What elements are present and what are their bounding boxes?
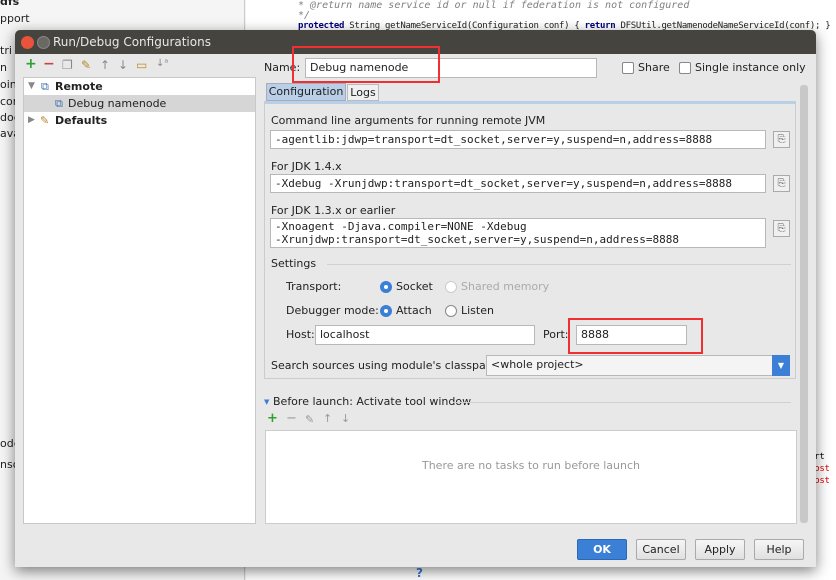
close-icon[interactable] — [21, 36, 34, 49]
move-up-icon[interactable]: ↑ — [100, 58, 110, 72]
tree-label: Debug namenode — [68, 97, 167, 110]
divider — [453, 402, 791, 403]
highlight-box — [568, 318, 703, 354]
folder-icon[interactable]: ▭ — [136, 58, 147, 72]
share-label: Share — [638, 61, 670, 74]
ok-button[interactable]: OK — [577, 539, 627, 560]
classpath-value: <whole project> — [491, 358, 584, 371]
collapse-arrow-icon[interactable]: ▶ — [28, 112, 35, 129]
before-launch-list[interactable]: There are no tasks to run before launch — [265, 430, 797, 524]
classpath-label: Search sources using module's classpath: — [271, 359, 501, 372]
add-icon[interactable]: + — [267, 411, 278, 426]
tab-logs[interactable]: Logs — [347, 84, 379, 101]
scrollbar[interactable] — [800, 85, 808, 523]
chevron-down-icon[interactable]: ▼ — [772, 355, 790, 376]
code-line: */ — [298, 10, 311, 21]
single-instance-checkbox[interactable] — [679, 62, 691, 74]
tab-configuration[interactable]: Configuration — [266, 83, 346, 101]
copy-icon[interactable]: ⎘ — [773, 175, 790, 192]
mode-label: Debugger mode: — [286, 304, 379, 317]
settings-label: Settings — [271, 257, 317, 270]
remove-icon[interactable]: − — [43, 56, 55, 72]
move-up-icon[interactable]: ↑ — [323, 412, 332, 425]
share-checkbox[interactable] — [622, 62, 634, 74]
code-line: * @return name service id or null if fed… — [298, 0, 690, 11]
add-icon[interactable]: + — [25, 56, 37, 72]
tree-item-remote[interactable]: ▼ ⧉ Remote — [24, 78, 255, 95]
move-down-icon[interactable]: ↓ — [341, 412, 350, 425]
tree-label: Defaults — [55, 114, 108, 127]
config-tree: ▼ ⧉ Remote ⧉ Debug namenode ▶ ✎ Defaults — [23, 77, 256, 524]
jdk13-line: -Xrunjdwp:transport=dt_socket,server=y,s… — [275, 233, 679, 246]
socket-label: Socket — [396, 280, 433, 293]
jdk14-field[interactable]: -Xdebug -Xrunjdwp:transport=dt_socket,se… — [270, 174, 766, 193]
collapse-arrow-icon[interactable]: ▼ — [264, 398, 269, 406]
defaults-icon: ✎ — [40, 114, 50, 127]
jdk13-label: For JDK 1.3.x or earlier — [271, 204, 396, 217]
project-item[interactable]: pport — [0, 12, 30, 25]
cancel-button[interactable]: Cancel — [636, 539, 686, 560]
tree-item-debug-namenode[interactable]: ⧉ Debug namenode — [24, 95, 255, 112]
tree-label: Remote — [55, 80, 103, 93]
highlight-box — [292, 46, 440, 83]
expand-arrow-icon[interactable]: ▼ — [28, 78, 35, 95]
project-item[interactable]: n — [0, 61, 7, 74]
project-item[interactable]: dfs — [0, 0, 19, 8]
before-launch-label: Before launch: Activate tool window — [273, 395, 472, 408]
transport-label: Transport: — [286, 280, 342, 293]
minimize-icon[interactable] — [37, 36, 50, 49]
shared-memory-radio — [445, 281, 457, 293]
copy-icon[interactable]: ❐ — [62, 58, 73, 72]
listen-radio[interactable] — [445, 305, 457, 317]
remote-icon: ⧉ — [41, 80, 49, 93]
help-icon[interactable]: ? — [416, 566, 423, 580]
jdk13-line: -Xnoagent -Djava.compiler=NONE -Xdebug — [275, 220, 527, 233]
edit-defaults-icon[interactable]: ✎ — [81, 58, 91, 72]
copy-icon[interactable]: ⎘ — [773, 131, 790, 148]
port-label: Port: — [543, 328, 569, 341]
listen-label: Listen — [461, 304, 494, 317]
single-instance-label: Single instance only — [695, 61, 806, 74]
cmd-label: Command line arguments for running remot… — [271, 114, 546, 127]
run-debug-dialog: Run/Debug Configurations + − ❐ ✎ ↑ ↓ ▭ ↓… — [15, 30, 816, 567]
jdk13-field[interactable]: -Xnoagent -Djava.compiler=NONE -Xdebug -… — [270, 218, 766, 248]
cmd-args-field[interactable]: -agentlib:jdwp=transport=dt_socket,serve… — [270, 130, 766, 149]
attach-radio[interactable] — [380, 305, 392, 317]
help-button[interactable]: Help — [754, 539, 804, 560]
project-item[interactable]: tri — [0, 44, 12, 57]
shared-memory-label: Shared memory — [461, 280, 550, 293]
attach-label: Attach — [396, 304, 432, 317]
divider — [327, 264, 791, 265]
edit-icon[interactable]: ✎ — [305, 413, 314, 426]
host-label: Host: — [286, 328, 315, 341]
remove-icon[interactable]: − — [286, 411, 297, 426]
jdk14-label: For JDK 1.4.x — [271, 160, 342, 173]
empty-list-message: There are no tasks to run before launch — [421, 459, 641, 472]
tree-item-defaults[interactable]: ▶ ✎ Defaults — [24, 112, 255, 129]
copy-icon[interactable]: ⎘ — [773, 220, 790, 237]
remote-icon: ⧉ — [55, 97, 63, 110]
sort-icon[interactable]: ↓ᵃ — [156, 58, 168, 69]
host-field[interactable]: localhost — [315, 325, 535, 345]
move-down-icon[interactable]: ↓ — [118, 58, 128, 72]
dialog-title: Run/Debug Configurations — [53, 35, 211, 49]
classpath-dropdown[interactable]: <whole project> ▼ — [486, 355, 790, 376]
apply-button[interactable]: Apply — [695, 539, 745, 560]
socket-radio[interactable] — [380, 281, 392, 293]
